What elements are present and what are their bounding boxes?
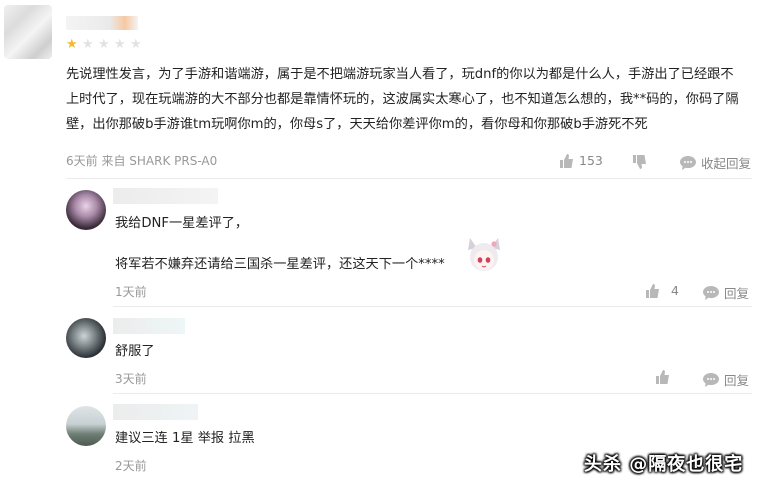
reply-like-button[interactable]: 4 [645,283,679,298]
reply-text-line: 将军若不嫌弃还请给三国杀一星差评，还这天下一个**** [115,257,445,272]
reply-avatar[interactable] [66,318,106,358]
reply-text-line: 我给DNF一星差评了， [115,216,249,231]
collapse-replies-label: 收起回复 [701,156,752,171]
reply-time: 3天前 [115,372,147,386]
reply-avatar[interactable] [66,190,106,230]
like-button[interactable]: 153 [559,153,603,168]
like-count: 153 [579,153,603,168]
thumb-up-icon [656,370,669,384]
thumb-down-icon [633,155,646,169]
reply-button[interactable]: 回复 [703,283,749,302]
comment-bubble-icon [703,285,719,300]
star-icon: ★ [82,37,94,52]
comment-time: 6天前 [66,154,98,168]
commenter-name-blurred[interactable] [66,16,138,30]
reply-username-blurred[interactable] [113,318,185,334]
divider [113,393,752,394]
collapse-replies-button[interactable]: 收起回复 [680,153,751,172]
star-icon: ★ [98,37,110,52]
reply-like-button[interactable] [655,370,670,384]
comment-bubble-icon [680,155,696,170]
reply-username-blurred[interactable] [113,188,218,204]
reply-button[interactable]: 回复 [703,370,749,389]
star-icon: ★ [66,37,78,52]
reply-time: 1天前 [115,285,147,299]
reply-username-blurred[interactable] [113,404,198,420]
thumb-up-icon [646,283,659,298]
divider [66,178,752,179]
reply-avatar[interactable] [66,406,106,446]
reply-text: 舒服了 [115,344,155,359]
reply-text: 建议三连 1星 举报 拉黑 [115,431,255,446]
reply-like-count: 4 [671,283,679,298]
comment-source: 来自 SHARK PRS-A0 [101,154,218,168]
divider [113,306,752,307]
reply-button-label: 回复 [724,286,750,301]
commenter-avatar[interactable] [4,5,52,59]
watermark: 头杀 @隔夜也很宅 [584,454,744,475]
cat-girl-sticker [468,238,500,271]
comment-meta: 6天前 来自 SHARK PRS-A0 [66,152,217,169]
reply-button-label: 回复 [724,373,750,388]
star-rating: ★ ★ ★ ★ ★ [66,38,144,52]
dislike-button[interactable] [632,155,647,169]
thumb-up-icon [560,153,573,168]
comment-text: 先说理性发言，为了手游和谐端游，属于是不把端游玩家当人看了，玩dnf的你以为都是… [66,67,739,132]
reply-time: 2天前 [115,459,147,473]
star-icon: ★ [114,37,126,52]
star-icon: ★ [130,37,142,52]
comment-bubble-icon [703,372,719,387]
